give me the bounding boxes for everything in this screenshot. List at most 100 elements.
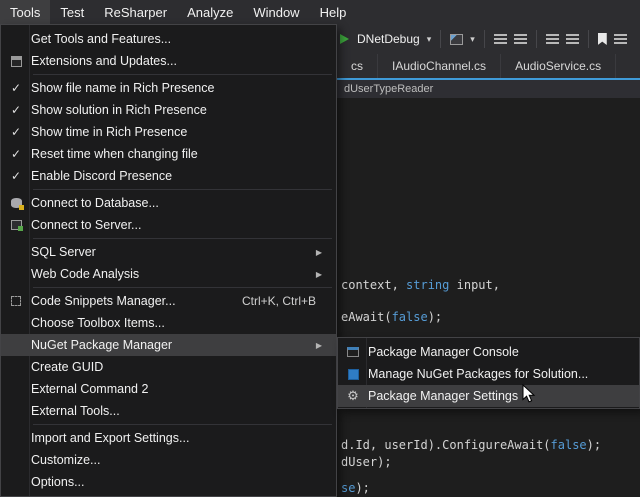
menu-item-external-command-2[interactable]: External Command 2 bbox=[1, 378, 336, 400]
menu-item-gutter bbox=[1, 296, 31, 306]
menubar: ToolsTestReSharperAnalyzeWindowHelp bbox=[0, 0, 640, 24]
menu-item-label: NuGet Package Manager bbox=[31, 338, 172, 352]
check-icon: ✓ bbox=[11, 147, 21, 161]
code-token: dUser); bbox=[341, 455, 392, 469]
menu-item-label: Manage NuGet Packages for Solution... bbox=[368, 367, 588, 381]
menu-item-gutter bbox=[1, 56, 31, 67]
code-token: ); bbox=[355, 481, 369, 495]
menu-item-gutter: ✓ bbox=[1, 125, 31, 139]
menubar-item-resharper[interactable]: ReSharper bbox=[94, 0, 177, 24]
code-line: context, string input, bbox=[341, 278, 500, 292]
code-token: input, bbox=[449, 278, 500, 292]
menu-item-label: Extensions and Updates... bbox=[31, 54, 177, 68]
code-token: false bbox=[551, 438, 587, 452]
submenu-arrow-icon: ▶ bbox=[316, 270, 330, 279]
menu-item-label: Get Tools and Features... bbox=[31, 32, 171, 46]
menu-item-extensions-and-updates[interactable]: Extensions and Updates... bbox=[1, 50, 336, 72]
submenu-arrow-icon: ▶ bbox=[316, 248, 330, 257]
code-line: se); bbox=[341, 481, 370, 495]
menu-item-label: Web Code Analysis bbox=[31, 267, 139, 281]
menu-item-nuget-package-manager[interactable]: NuGet Package Manager ▶ bbox=[1, 334, 336, 356]
menu-item-label: Package Manager Console bbox=[368, 345, 519, 359]
database-icon bbox=[11, 198, 22, 208]
menu-item-show-time-in-rich-presence[interactable]: ✓Show time in Rich Presence bbox=[1, 121, 336, 143]
menu-separator bbox=[33, 189, 332, 190]
menu-item-gutter bbox=[338, 369, 368, 380]
menu-item-label: Code Snippets Manager... bbox=[31, 294, 176, 308]
check-icon: ✓ bbox=[11, 103, 21, 117]
menu-item-package-manager-settings[interactable]: ⚙Package Manager Settings bbox=[338, 385, 639, 407]
nuget-package-manager-submenu: Package Manager Console Manage NuGet Pack… bbox=[337, 337, 640, 409]
snippets-icon bbox=[11, 296, 21, 306]
gear-icon: ⚙ bbox=[347, 391, 359, 402]
menu-item-label: Enable Discord Presence bbox=[31, 169, 172, 183]
menu-item-import-and-export-settings[interactable]: Import and Export Settings... bbox=[1, 427, 336, 449]
menubar-item-window[interactable]: Window bbox=[243, 0, 309, 24]
menu-item-shortcut: Ctrl+K, Ctrl+B bbox=[242, 294, 330, 308]
menu-item-label: Options... bbox=[31, 475, 85, 489]
code-line: eAwait(false); bbox=[341, 310, 442, 324]
menu-item-label: SQL Server bbox=[31, 245, 96, 259]
menu-item-connect-to-server[interactable]: Connect to Server... bbox=[1, 214, 336, 236]
code-token: ); bbox=[587, 438, 601, 452]
code-token: d.Id, userId).ConfigureAwait( bbox=[341, 438, 551, 452]
mouse-cursor bbox=[522, 384, 536, 404]
menu-item-label: Choose Toolbox Items... bbox=[31, 316, 165, 330]
server-icon bbox=[11, 220, 22, 230]
menu-item-code-snippets-manager[interactable]: Code Snippets Manager... Ctrl+K, Ctrl+B bbox=[1, 290, 336, 312]
menu-item-gutter: ✓ bbox=[1, 81, 31, 95]
code-token: se bbox=[341, 481, 355, 495]
menu-item-label: External Command 2 bbox=[31, 382, 148, 396]
code-line: d.Id, userId).ConfigureAwait(false); bbox=[341, 438, 601, 452]
menu-item-label: Connect to Database... bbox=[31, 196, 159, 210]
menu-item-connect-to-database[interactable]: Connect to Database... bbox=[1, 192, 336, 214]
menu-item-external-tools[interactable]: External Tools... bbox=[1, 400, 336, 422]
menu-separator bbox=[33, 424, 332, 425]
code-token: string bbox=[406, 278, 449, 292]
menubar-item-test[interactable]: Test bbox=[50, 0, 94, 24]
menubar-item-analyze[interactable]: Analyze bbox=[177, 0, 243, 24]
code-token: ); bbox=[428, 310, 442, 324]
code-token: false bbox=[392, 310, 428, 324]
menu-item-create-guid[interactable]: Create GUID bbox=[1, 356, 336, 378]
tools-menu-items: Get Tools and Features... Extensions and … bbox=[1, 28, 336, 493]
code-line: dUser); bbox=[341, 455, 392, 469]
menu-item-show-solution-in-rich-presence[interactable]: ✓ Show solution in Rich Presence bbox=[1, 99, 336, 121]
menu-item-label: Reset time when changing file bbox=[31, 147, 198, 161]
vs-window: ToolsTestReSharperAnalyzeWindowHelp DNet… bbox=[0, 0, 640, 497]
menu-item-gutter bbox=[338, 347, 368, 357]
menu-item-enable-discord-presence[interactable]: ✓Enable Discord Presence bbox=[1, 165, 336, 187]
extensions-icon bbox=[11, 56, 22, 67]
menu-item-sql-server[interactable]: SQL Server ▶ bbox=[1, 241, 336, 263]
menu-separator bbox=[33, 238, 332, 239]
menu-item-gutter bbox=[1, 198, 31, 208]
console-icon bbox=[347, 347, 359, 357]
menu-item-options[interactable]: Options... bbox=[1, 471, 336, 493]
menu-item-manage-nuget-packages-for-solution[interactable]: Manage NuGet Packages for Solution... bbox=[338, 363, 639, 385]
menu-item-gutter: ✓ bbox=[1, 147, 31, 161]
code-token: eAwait( bbox=[341, 310, 392, 324]
menu-item-reset-time-when-changing-file[interactable]: ✓ Reset time when changing file bbox=[1, 143, 336, 165]
menu-item-package-manager-console[interactable]: Package Manager Console bbox=[338, 341, 639, 363]
menu-item-label: Connect to Server... bbox=[31, 218, 141, 232]
menu-item-customize[interactable]: Customize... bbox=[1, 449, 336, 471]
menubar-item-tools[interactable]: Tools bbox=[0, 0, 50, 24]
submenu-arrow-icon: ▶ bbox=[316, 341, 330, 350]
menu-separator bbox=[33, 287, 332, 288]
menu-item-gutter: ✓ bbox=[1, 103, 31, 117]
menu-item-label: Show file name in Rich Presence bbox=[31, 81, 214, 95]
menu-separator bbox=[33, 74, 332, 75]
menu-item-gutter: ✓ bbox=[1, 169, 31, 183]
submenu-items: Package Manager Console Manage NuGet Pack… bbox=[338, 341, 639, 407]
menubar-item-help[interactable]: Help bbox=[310, 0, 357, 24]
menu-item-get-tools-and-features[interactable]: Get Tools and Features... bbox=[1, 28, 336, 50]
code-token: context, bbox=[341, 278, 406, 292]
menu-item-gutter: ⚙ bbox=[338, 391, 368, 402]
menu-item-show-file-name-in-rich-presence[interactable]: ✓Show file name in Rich Presence bbox=[1, 77, 336, 99]
check-icon: ✓ bbox=[11, 125, 21, 139]
menu-item-label: Import and Export Settings... bbox=[31, 431, 189, 445]
menu-item-choose-toolbox-items[interactable]: Choose Toolbox Items... bbox=[1, 312, 336, 334]
menu-item-label: Customize... bbox=[31, 453, 100, 467]
menu-item-label: Show solution in Rich Presence bbox=[31, 103, 207, 117]
menu-item-web-code-analysis[interactable]: Web Code Analysis ▶ bbox=[1, 263, 336, 285]
